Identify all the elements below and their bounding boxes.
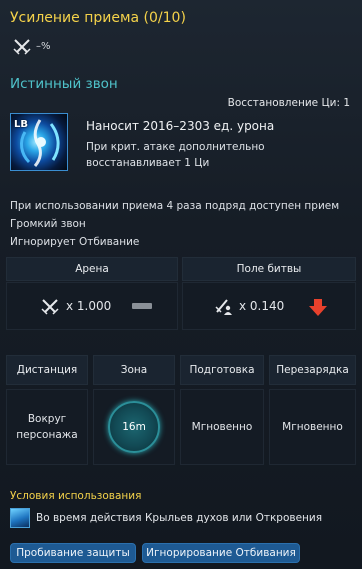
distance-value: Вокруг персонажа — [6, 389, 88, 465]
skill-name: Истинный звон — [10, 76, 118, 92]
enhancement-value: –% — [36, 40, 51, 52]
neutral-indicator-icon — [132, 303, 152, 309]
enhancement-row: –% — [12, 37, 51, 55]
cooldown-value: Мгновенно — [269, 389, 356, 465]
crit-effect: При крит. атаке дополнительно восстанавл… — [86, 139, 336, 171]
distance-header: Дистанция — [6, 355, 88, 385]
description-line-3: Игнорирует Отбивание — [10, 236, 140, 248]
arena-multiplier: x 1.000 — [66, 299, 112, 313]
tag-defense-pierce: Пробивание защиты — [10, 543, 136, 563]
sword-player-icon — [215, 299, 232, 315]
crit-line-1: При крит. атаке дополнительно — [86, 141, 265, 153]
zone-radius-icon: 16m — [108, 401, 160, 453]
crossed-swords-icon — [13, 39, 31, 55]
zone-value: 16m — [122, 421, 146, 433]
decrease-arrow-icon — [309, 299, 327, 316]
skill-key-label: LB — [14, 119, 28, 130]
zone-header: Зона — [93, 355, 175, 385]
cast-value: Мгновенно — [180, 389, 264, 465]
wings-icon — [10, 508, 30, 528]
skill-description: При использовании приема 4 раза подряд д… — [10, 197, 355, 251]
conditions-title: Условия использования — [10, 490, 142, 502]
battlefield-value-cell: x 0.140 — [182, 282, 356, 330]
description-line-1: При использовании приема 4 раза подряд д… — [10, 200, 340, 212]
enhancement-title: Усиление приема (0/10) — [10, 10, 186, 26]
battlefield-multiplier: x 0.140 — [239, 299, 285, 313]
cooldown-header: Перезарядка — [269, 355, 356, 385]
skill-damage: Наносит 2016–2303 ед. урона — [86, 119, 275, 133]
battlefield-value: x 0.140 — [213, 297, 284, 315]
battlefield-header: Поле битвы — [182, 257, 356, 281]
skill-tooltip: Усиление приема (0/10) –% Истинный звон … — [0, 0, 362, 569]
crossed-swords-icon — [41, 299, 59, 315]
arena-value: x 1.000 — [40, 297, 111, 315]
arena-header: Арена — [6, 257, 178, 281]
description-line-2: Громкий звон — [10, 218, 86, 230]
chi-recovery: Восстановление Ци: 1 — [227, 97, 350, 109]
cast-header: Подготовка — [180, 355, 264, 385]
zone-cell: 16m — [93, 389, 175, 465]
tag-ignore-parry: Игнорирование Отбивания — [142, 543, 300, 563]
arena-value-cell: x 1.000 — [6, 282, 178, 330]
conditions-text: Во время действия Крыльев духов или Откр… — [36, 512, 323, 524]
skill-icon: LB — [10, 113, 68, 171]
crit-line-2: восстанавливает 1 Ци — [86, 157, 210, 169]
